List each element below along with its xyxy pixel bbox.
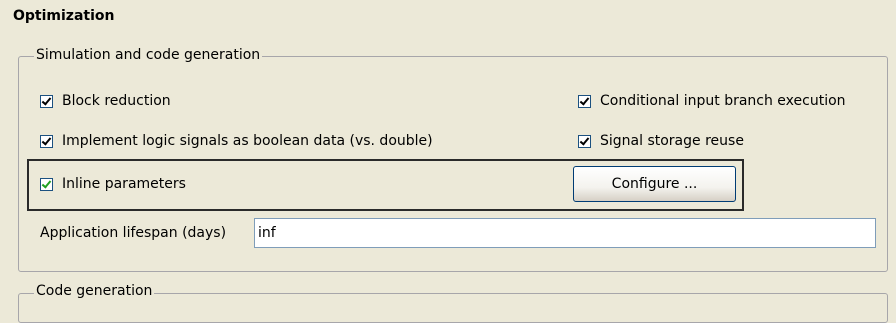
block-reduction-option[interactable]: Block reduction bbox=[40, 93, 171, 109]
code-generation-group-legend: Code generation bbox=[34, 283, 155, 299]
implement-logic-checkbox[interactable] bbox=[40, 134, 53, 148]
signal-storage-checkbox[interactable] bbox=[578, 134, 591, 148]
implement-logic-label: Implement logic signals as boolean data … bbox=[62, 133, 433, 149]
conditional-branch-checkbox[interactable] bbox=[578, 94, 591, 108]
inline-parameters-option[interactable]: Inline parameters bbox=[40, 176, 186, 192]
implement-logic-option[interactable]: Implement logic signals as boolean data … bbox=[40, 133, 433, 149]
inline-parameters-label: Inline parameters bbox=[62, 176, 186, 192]
signal-storage-label: Signal storage reuse bbox=[600, 133, 744, 149]
conditional-branch-option[interactable]: Conditional input branch execution bbox=[578, 93, 846, 109]
simulation-group-legend: Simulation and code generation bbox=[34, 47, 263, 63]
lifespan-input[interactable] bbox=[254, 218, 876, 248]
configure-button[interactable]: Configure ... bbox=[573, 166, 736, 202]
lifespan-label: Application lifespan (days) bbox=[40, 225, 227, 241]
page-title: Optimization bbox=[13, 8, 115, 24]
conditional-branch-label: Conditional input branch execution bbox=[600, 93, 846, 109]
signal-storage-option[interactable]: Signal storage reuse bbox=[578, 133, 744, 149]
inline-parameters-checkbox[interactable] bbox=[40, 177, 53, 191]
block-reduction-checkbox[interactable] bbox=[40, 94, 53, 108]
block-reduction-label: Block reduction bbox=[62, 93, 171, 109]
